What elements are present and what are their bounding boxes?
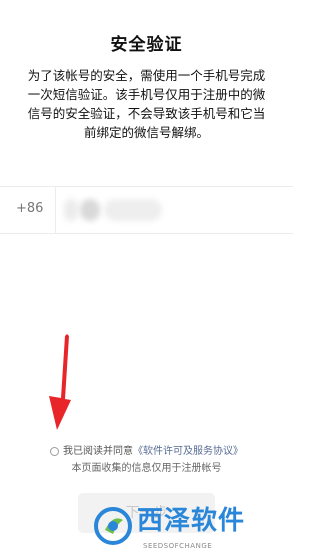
phone-number-row: +86 — [0, 186, 293, 234]
redacted-phone-number — [64, 199, 162, 221]
verification-description: 为了该帐号的安全，需使用一个手机号完成 一次短信验证。该手机号仅用于注册中的微 … — [16, 66, 277, 142]
divider — [55, 187, 56, 233]
watermark-text: 西泽软件 — [137, 506, 246, 536]
agreement-row: 我已阅读并同意《软件许可及服务协议》 — [0, 442, 293, 457]
watermark: 西泽软件 SEEDSOFCHANGE — [93, 500, 289, 556]
security-verification-screen: 安全验证 为了该帐号的安全，需使用一个手机号完成 一次短信验证。该手机号仅用于注… — [0, 0, 293, 557]
agreement-prefix: 我已阅读并同意 — [63, 446, 133, 457]
page-title: 安全验证 — [110, 35, 183, 55]
country-code[interactable]: +86 — [16, 201, 43, 216]
description-line: 信号的安全验证，不会导致该手机号和它当 — [27, 106, 266, 121]
description-line: 为了该帐号的安全，需使用一个手机号完成 — [27, 68, 266, 83]
watermark-subtext: SEEDSOFCHANGE — [143, 542, 213, 550]
description-line: 一次短信验证。该手机号仅用于注册中的微 — [27, 87, 266, 102]
red-arrow-icon — [49, 334, 71, 430]
agreement-link[interactable]: 《软件许可及服务协议》 — [133, 446, 243, 457]
brand-logo-icon — [94, 507, 132, 545]
description-line: 前绑定的微信号解绑。 — [83, 125, 209, 140]
radio-circle-icon[interactable] — [50, 447, 59, 456]
privacy-notice: 本页面收集的信息仅用于注册帐号 — [71, 463, 222, 474]
